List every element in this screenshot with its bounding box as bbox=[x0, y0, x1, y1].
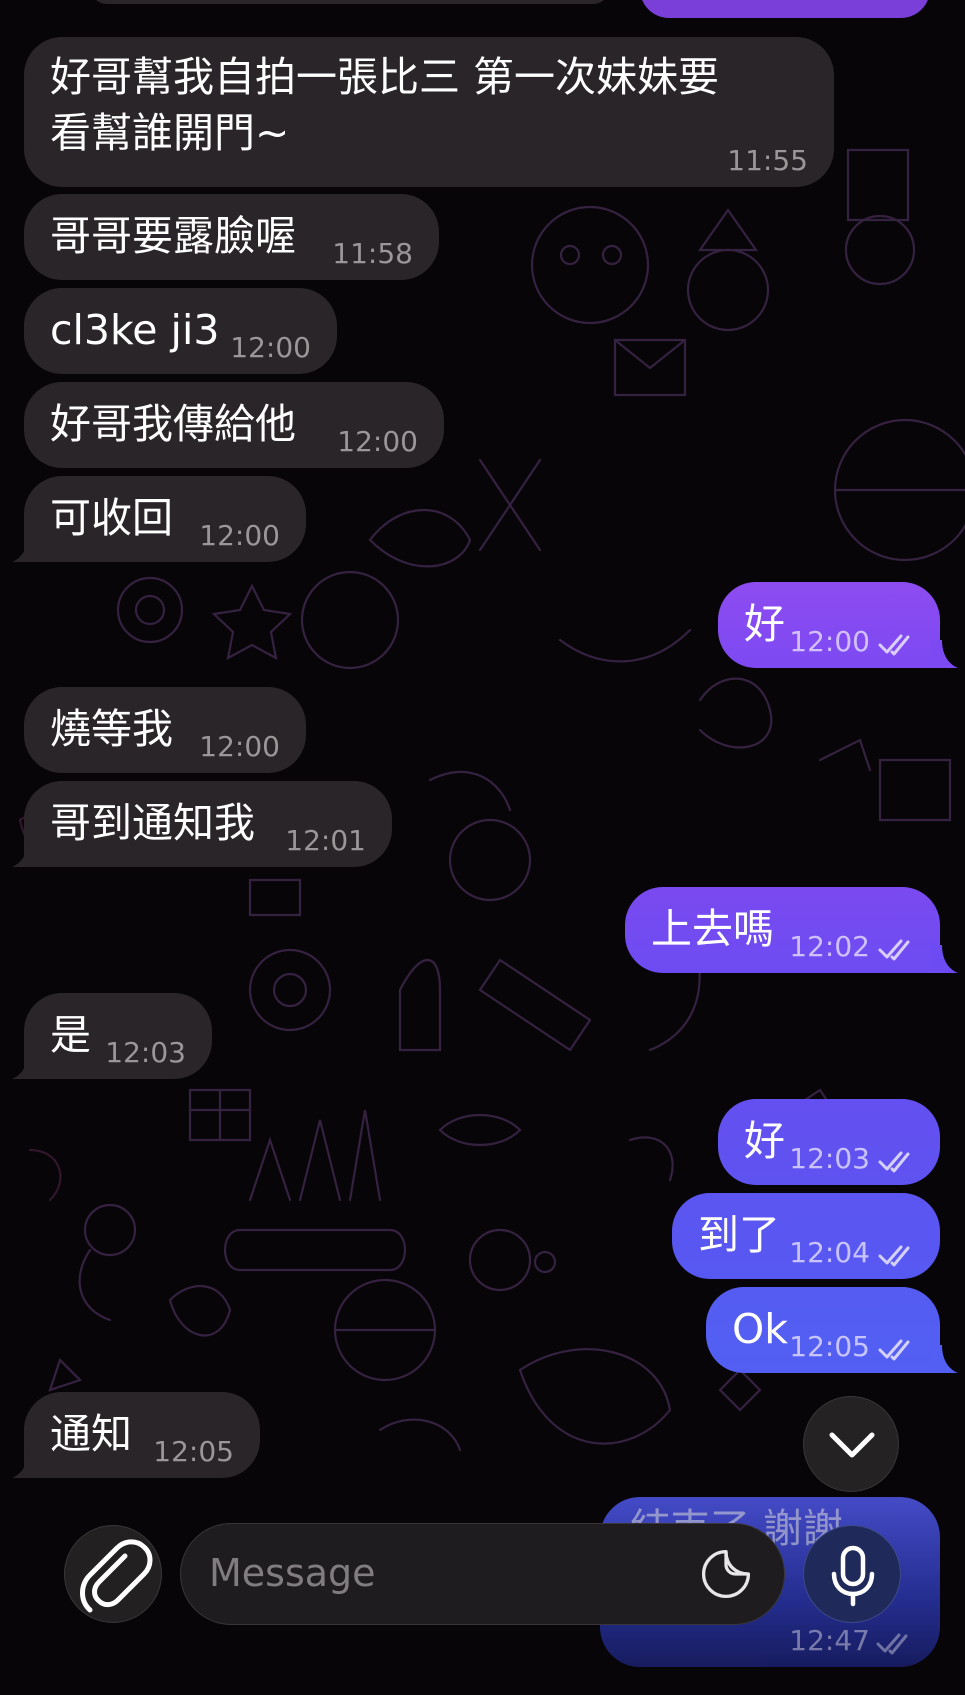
paperclip-icon bbox=[80, 1539, 153, 1613]
bubble-tail bbox=[12, 839, 40, 867]
message-incoming[interactable]: cl3ke ji3 12:00 bbox=[24, 288, 337, 374]
bubble-tail bbox=[12, 534, 40, 562]
message-time: 12:05 bbox=[153, 1435, 234, 1468]
message-text: 看幫誰開門~ bbox=[50, 109, 290, 157]
message-outgoing[interactable]: Ok 12:05 bbox=[706, 1287, 940, 1373]
message-incoming[interactable]: 好哥我傳給他 12:00 bbox=[24, 382, 444, 468]
message-time: 12:02 bbox=[789, 930, 870, 963]
message-text: 好哥幫我自拍一張比三 第一次妹妹要 bbox=[50, 53, 720, 101]
double-check-icon bbox=[878, 1151, 910, 1173]
message-time: 12:03 bbox=[789, 1142, 870, 1175]
message-incoming[interactable]: 燒等我 12:00 bbox=[24, 687, 306, 773]
message-outgoing[interactable]: 好 12:00 bbox=[718, 582, 940, 668]
double-check-icon bbox=[878, 939, 910, 961]
message-text: 上去嗎 bbox=[651, 905, 774, 953]
bubble-tail bbox=[930, 640, 958, 668]
message-incoming[interactable]: 可收回 12:00 bbox=[24, 476, 306, 562]
attach-button[interactable] bbox=[64, 1525, 162, 1623]
message-input[interactable]: Message bbox=[180, 1523, 785, 1625]
double-check-icon bbox=[876, 1633, 908, 1655]
message-time: 12:00 bbox=[789, 625, 870, 658]
message-time: 12:00 bbox=[230, 331, 311, 364]
message-input-placeholder: Message bbox=[209, 1551, 376, 1595]
microphone-icon bbox=[831, 1545, 875, 1607]
message-time: 12:01 bbox=[285, 824, 366, 857]
message-time: 12:05 bbox=[789, 1330, 870, 1363]
message-time: 12:03 bbox=[105, 1036, 186, 1069]
message-time: 12:00 bbox=[199, 730, 280, 763]
scroll-down-button[interactable] bbox=[803, 1396, 899, 1492]
message-time: 12:04 bbox=[789, 1236, 870, 1269]
message-outgoing[interactable]: 到了 12:04 bbox=[672, 1193, 940, 1279]
message-incoming[interactable]: 是 12:03 bbox=[24, 993, 212, 1079]
chevron-down-icon bbox=[829, 1432, 875, 1458]
message-incoming[interactable]: 好哥幫我自拍一張比三 第一次妹妹要 看幫誰開門~ 11:55 bbox=[24, 37, 834, 187]
voice-record-button[interactable] bbox=[803, 1525, 901, 1623]
message-outgoing[interactable]: 好 12:03 bbox=[718, 1099, 940, 1185]
double-check-icon bbox=[878, 634, 910, 656]
message-outgoing[interactable]: 上去嗎 12:02 bbox=[625, 887, 940, 973]
double-check-icon bbox=[878, 1339, 910, 1361]
clipped-incoming-bubble bbox=[90, 0, 610, 4]
message-time: 12:47 bbox=[789, 1624, 870, 1657]
message-time: 11:55 bbox=[727, 144, 808, 177]
clipped-outgoing-bubble bbox=[640, 0, 930, 18]
message-time: 12:00 bbox=[337, 425, 418, 458]
double-check-icon bbox=[878, 1245, 910, 1267]
message-incoming[interactable]: 哥哥要露臉喔 11:58 bbox=[24, 194, 439, 280]
bubble-tail bbox=[930, 1345, 958, 1373]
sticker-icon[interactable] bbox=[698, 1546, 754, 1602]
bubble-tail bbox=[12, 1051, 40, 1079]
bubble-tail bbox=[12, 1450, 40, 1478]
message-time: 12:00 bbox=[199, 519, 280, 552]
bubble-tail bbox=[930, 945, 958, 973]
message-time: 11:58 bbox=[332, 237, 413, 270]
message-incoming[interactable]: 通知 12:05 bbox=[24, 1392, 260, 1478]
message-incoming[interactable]: 哥到通知我 12:01 bbox=[24, 781, 392, 867]
